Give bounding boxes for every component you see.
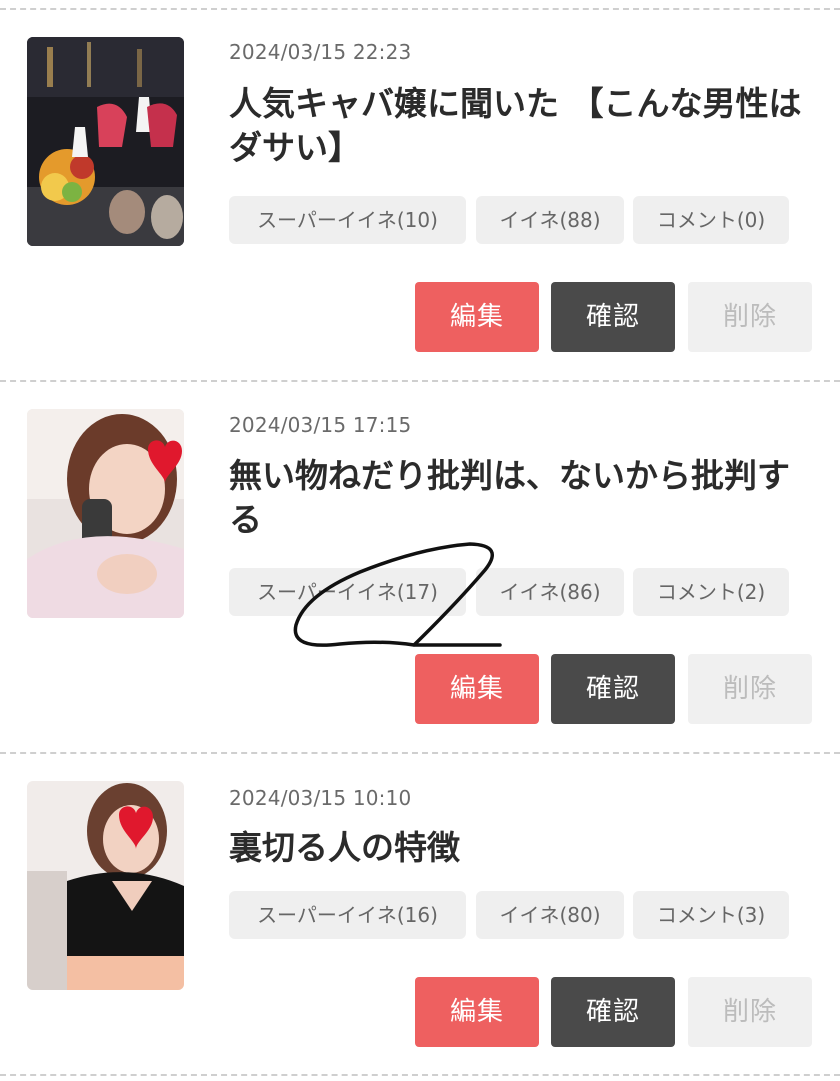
divider (0, 1074, 840, 1076)
post-title[interactable]: 裏切る人の特徴 (229, 826, 819, 870)
comment-count: コメント(3) (633, 891, 789, 939)
super-like-count: スーパーイイネ(16) (229, 891, 466, 939)
edit-button[interactable]: 編集 (415, 977, 539, 1047)
woman-black-top-heart-photo-icon (27, 781, 184, 990)
delete-button[interactable]: 削除 (688, 977, 812, 1047)
post-thumbnail[interactable] (27, 781, 184, 990)
post-item: 2024/03/15 10:10 裏切る人の特徴 スーパーイイネ(16) イイネ… (0, 0, 840, 1081)
like-count: イイネ(80) (476, 891, 624, 939)
post-date: 2024/03/15 10:10 (229, 786, 412, 810)
confirm-button[interactable]: 確認 (551, 977, 675, 1047)
